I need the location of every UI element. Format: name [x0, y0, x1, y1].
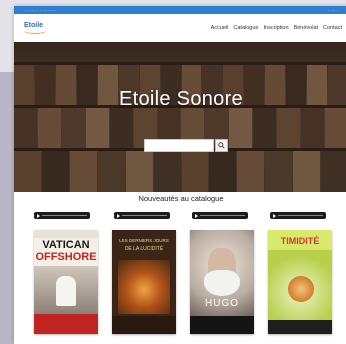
topbar-right-info: ·· ·····: [327, 7, 338, 13]
hero-overlay: [14, 42, 346, 192]
audio-player[interactable]: [34, 212, 90, 219]
play-icon[interactable]: [117, 213, 120, 218]
nav-catalogue[interactable]: Catalogue: [233, 25, 258, 31]
website-screenshot: ·· ········ ·· ·········· ·· ····· Etoil…: [14, 6, 346, 344]
audio-player[interactable]: [192, 212, 248, 219]
audio-progress[interactable]: [42, 214, 87, 217]
main-navbar: Etoile Accueil Catalogue Inscription Bén…: [14, 14, 346, 42]
nav-inscription[interactable]: Inscription: [263, 25, 288, 31]
search-input[interactable]: [144, 139, 214, 152]
search-icon: [218, 142, 225, 149]
top-info-bar: ·· ········ ·· ·········· ·· ·····: [14, 6, 346, 14]
nav-links: Accueil Catalogue Inscription Bénévolat …: [211, 25, 342, 31]
book-cover-lucidite[interactable]: LES DERNIERS JOURS DE LA LUCIDITÉ: [112, 230, 176, 334]
play-icon[interactable]: [37, 213, 40, 218]
book-title-main: HUGO: [205, 298, 239, 309]
topbar-contact-info: ·· ········ ·· ··········: [24, 7, 57, 13]
book-title-main: DE LA LUCIDITÉ: [124, 246, 164, 252]
book-cover-vatican-offshore[interactable]: VATICAN OFFSHORE: [34, 230, 98, 334]
audio-progress[interactable]: [278, 214, 323, 217]
play-icon[interactable]: [273, 213, 276, 218]
audio-progress[interactable]: [200, 214, 245, 217]
nav-benevolat[interactable]: Bénévolat: [294, 25, 318, 31]
logo-swoosh-icon: [24, 28, 46, 34]
book-cover-hugo[interactable]: HUGO: [190, 230, 254, 334]
play-icon[interactable]: [195, 213, 198, 218]
nav-accueil[interactable]: Accueil: [211, 25, 229, 31]
section-title-new-arrivals: Nouveautés au catalogue: [138, 194, 224, 203]
site-logo[interactable]: Etoile: [24, 22, 46, 34]
audio-player[interactable]: [114, 212, 170, 219]
hero-title: Etoile Sonore: [119, 88, 243, 110]
book-cover-timidite[interactable]: TIMIDITÉ: [268, 230, 332, 334]
book-title-main: TIMIDITÉ: [280, 236, 320, 246]
audio-player[interactable]: [270, 212, 326, 219]
audio-progress[interactable]: [122, 214, 167, 217]
book-title-main: OFFSHORE: [35, 251, 97, 263]
book-title-top: LES DERNIERS JOURS: [119, 238, 169, 243]
hero-banner: Etoile Sonore: [14, 42, 346, 192]
nav-contact[interactable]: Contact: [323, 25, 342, 31]
book-title-top: VATICAN: [42, 239, 90, 251]
search-button[interactable]: [215, 139, 228, 152]
